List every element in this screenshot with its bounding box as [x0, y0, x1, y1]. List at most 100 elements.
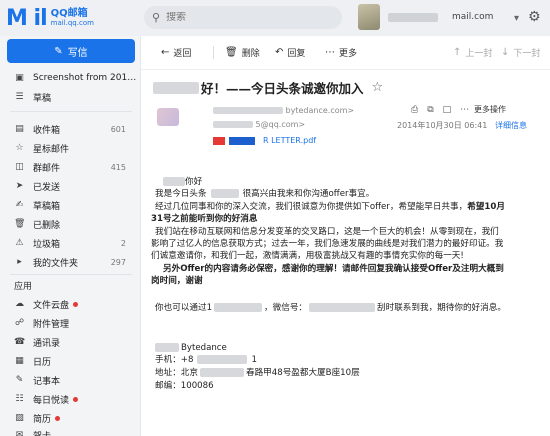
redacted-sender: [213, 107, 283, 114]
sidebar-app-attachments[interactable]: ☍ 附件管理: [0, 313, 140, 333]
redacted-name: [155, 343, 179, 352]
sidebar-item-starred[interactable]: ☆ 星标邮件: [0, 138, 140, 158]
phone-label: 手机：+8: [155, 355, 194, 365]
draft-icon: ☰: [15, 92, 24, 102]
reply-icon: ↶: [275, 47, 284, 58]
redacted-address: [199, 368, 244, 377]
sidebar-divider: [10, 274, 132, 275]
mail-date: 2014年10月30日 06:41: [397, 121, 488, 130]
qq-mail-logo[interactable]: M il QQ邮箱 mail.qq.com: [6, 4, 124, 32]
sidebar-item-screenshot[interactable]: ▣ Screenshot from 201…: [0, 68, 140, 88]
logo-brand: QQ邮箱: [50, 8, 88, 20]
sender-avatar: [157, 108, 179, 126]
details-link[interactable]: 详细信息: [495, 120, 527, 131]
window-icon[interactable]: ⧉: [427, 105, 433, 115]
fullscreen-icon[interactable]: □: [443, 105, 452, 115]
more-label: 更多: [339, 49, 358, 59]
search-icon: ⚲: [152, 11, 161, 24]
sidebar-app-cloud[interactable]: ☁ 文件云盘: [0, 294, 140, 314]
intro-text-a: 我是今日头条: [155, 189, 207, 199]
group-icon: ◫: [15, 162, 24, 172]
sidebar-app-card[interactable]: ✉ 贺卡: [0, 425, 140, 436]
sidebar-app-notepad[interactable]: ✎ 记事本: [0, 370, 140, 390]
redacted-name: [163, 177, 185, 186]
compose-button[interactable]: ✎ 写信: [7, 39, 135, 63]
more-actions-button[interactable]: ⋯ 更多操作: [460, 104, 506, 115]
sidebar-item-label: 群邮件: [33, 163, 61, 174]
sender-address[interactable]: bytedance.com>: [213, 106, 354, 115]
contact-text-c: 刮时联系到我，期待你的好消息。: [377, 303, 506, 313]
sidebar-item-label: 通讯录: [33, 338, 61, 349]
sidebar: ✎ 写信 ▣ Screenshot from 201… ☰ 草稿 ▤ 收件箱 6…: [0, 36, 140, 436]
signature-name: Bytedance: [155, 342, 227, 354]
account-name-redacted: [388, 13, 438, 22]
sidebar-item-label: 文件云盘: [33, 300, 70, 311]
top-bar: M il QQ邮箱 mail.qq.com ⚲ mail.com ▾ ⚙: [0, 0, 550, 36]
paragraph-confidential-2: 岗时间，谢谢: [151, 276, 203, 286]
drafts-icon: ✍: [15, 200, 24, 210]
sidebar-item-drafts[interactable]: ✍ 草稿箱: [0, 195, 140, 215]
sidebar-item-label: 草稿箱: [33, 201, 61, 212]
back-button[interactable]: ← 返回: [161, 46, 191, 59]
sidebar-app-contacts[interactable]: ☎ 通讯录: [0, 332, 140, 352]
sidebar-item-label: Screenshot from 201…: [33, 73, 137, 83]
star-icon[interactable]: ☆: [372, 80, 384, 95]
print-icon[interactable]: ⎙: [411, 105, 418, 115]
sidebar-item-group[interactable]: ◫ 群邮件 415: [0, 157, 140, 177]
signature-phone: 手机：+8 1: [155, 354, 257, 366]
sidebar-app-reading[interactable]: ☷ 每日悦读: [0, 389, 140, 409]
sidebar-item-inbox[interactable]: ▤ 收件箱 601: [0, 119, 140, 139]
unread-count: 601: [110, 124, 126, 134]
sidebar-item-folders[interactable]: ▸ 我的文件夹 297: [0, 252, 140, 272]
reply-button[interactable]: ↶ 回复: [275, 46, 305, 59]
sidebar-item-trash[interactable]: 🗑 已删除: [0, 214, 140, 234]
redacted-phone: [197, 355, 248, 364]
more-icon: ⋯: [325, 47, 335, 58]
prev-mail-button[interactable]: ↑ 上一封: [453, 46, 492, 59]
delete-button[interactable]: 🗑 删除: [225, 46, 260, 59]
folder-icon: ▸: [17, 257, 22, 267]
sidebar-item-label: 收件箱: [33, 125, 61, 136]
search-box[interactable]: ⚲: [144, 6, 342, 29]
back-label: 返回: [173, 49, 192, 59]
more-button[interactable]: ⋯ 更多: [325, 46, 357, 59]
mail-toolbar: ← 返回 🗑 删除 ↶ 回复 ⋯ 更多 ↑ 上一封 ↓ 下一封: [141, 36, 550, 70]
new-dot: [73, 301, 79, 307]
notepad-icon: ✎: [15, 375, 24, 385]
reading-icon: ☷: [15, 394, 24, 404]
unread-count: 297: [110, 257, 126, 267]
sidebar-divider: [10, 111, 132, 112]
contact-text-b: ，微信号：: [264, 303, 308, 313]
sidebar-item-label: 附件管理: [33, 319, 70, 330]
next-mail-button[interactable]: ↓ 下一封: [501, 46, 540, 59]
redacted-name: [153, 81, 199, 94]
gear-icon[interactable]: ⚙: [528, 9, 541, 25]
paragraph-confidential-1: 另外Offer的内容请务必保密，感谢你的理解！请邮件回复我确认接受Offer及注…: [163, 264, 504, 274]
toolbar-divider: [213, 46, 214, 59]
logo-subtitle: QQ邮箱 mail.qq.com: [51, 9, 94, 27]
more-icon: ⋯: [460, 105, 470, 115]
reply-label: 回复: [287, 49, 306, 59]
sidebar-item-draft[interactable]: ☰ 草稿: [0, 87, 140, 107]
sidebar-app-calendar[interactable]: ▦ 日历: [0, 351, 140, 371]
arrow-down-icon: ↓: [501, 47, 510, 58]
avatar[interactable]: [358, 4, 380, 30]
mail-subject: 好！——今日头条诚邀你加入 ☆: [153, 78, 383, 97]
trash-icon: 🗑: [225, 47, 238, 58]
sidebar-item-label: 日历: [33, 357, 52, 368]
redacted-recipient: [213, 121, 253, 128]
sidebar-item-sent[interactable]: ➤ 已发送: [0, 176, 140, 196]
attachment-link[interactable]: R LETTER.pdf: [213, 136, 316, 145]
sidebar-item-label: 草稿: [33, 93, 52, 104]
paragraph-contact: 你也可以通过1 ，微信号： 刮时联系到我，期待你的好消息。: [155, 302, 506, 314]
card-icon: ✉: [15, 430, 24, 436]
attachment-icon: ☍: [14, 318, 25, 328]
paragraph-company-1: 我们站在移动互联网和信息分发变革的交叉路口，这是一个巨大的机会！从零到现在，我们: [155, 227, 499, 237]
account-email[interactable]: mail.com: [452, 12, 493, 22]
sidebar-item-spam[interactable]: ⚠ 垃圾箱 2: [0, 233, 140, 253]
search-input[interactable]: [166, 12, 327, 23]
recipient-address[interactable]: 5@qq.com>: [213, 120, 305, 129]
image-icon: ▣: [15, 73, 24, 83]
account-menu-icon[interactable]: ▾: [514, 13, 519, 24]
delete-label: 删除: [241, 49, 260, 59]
